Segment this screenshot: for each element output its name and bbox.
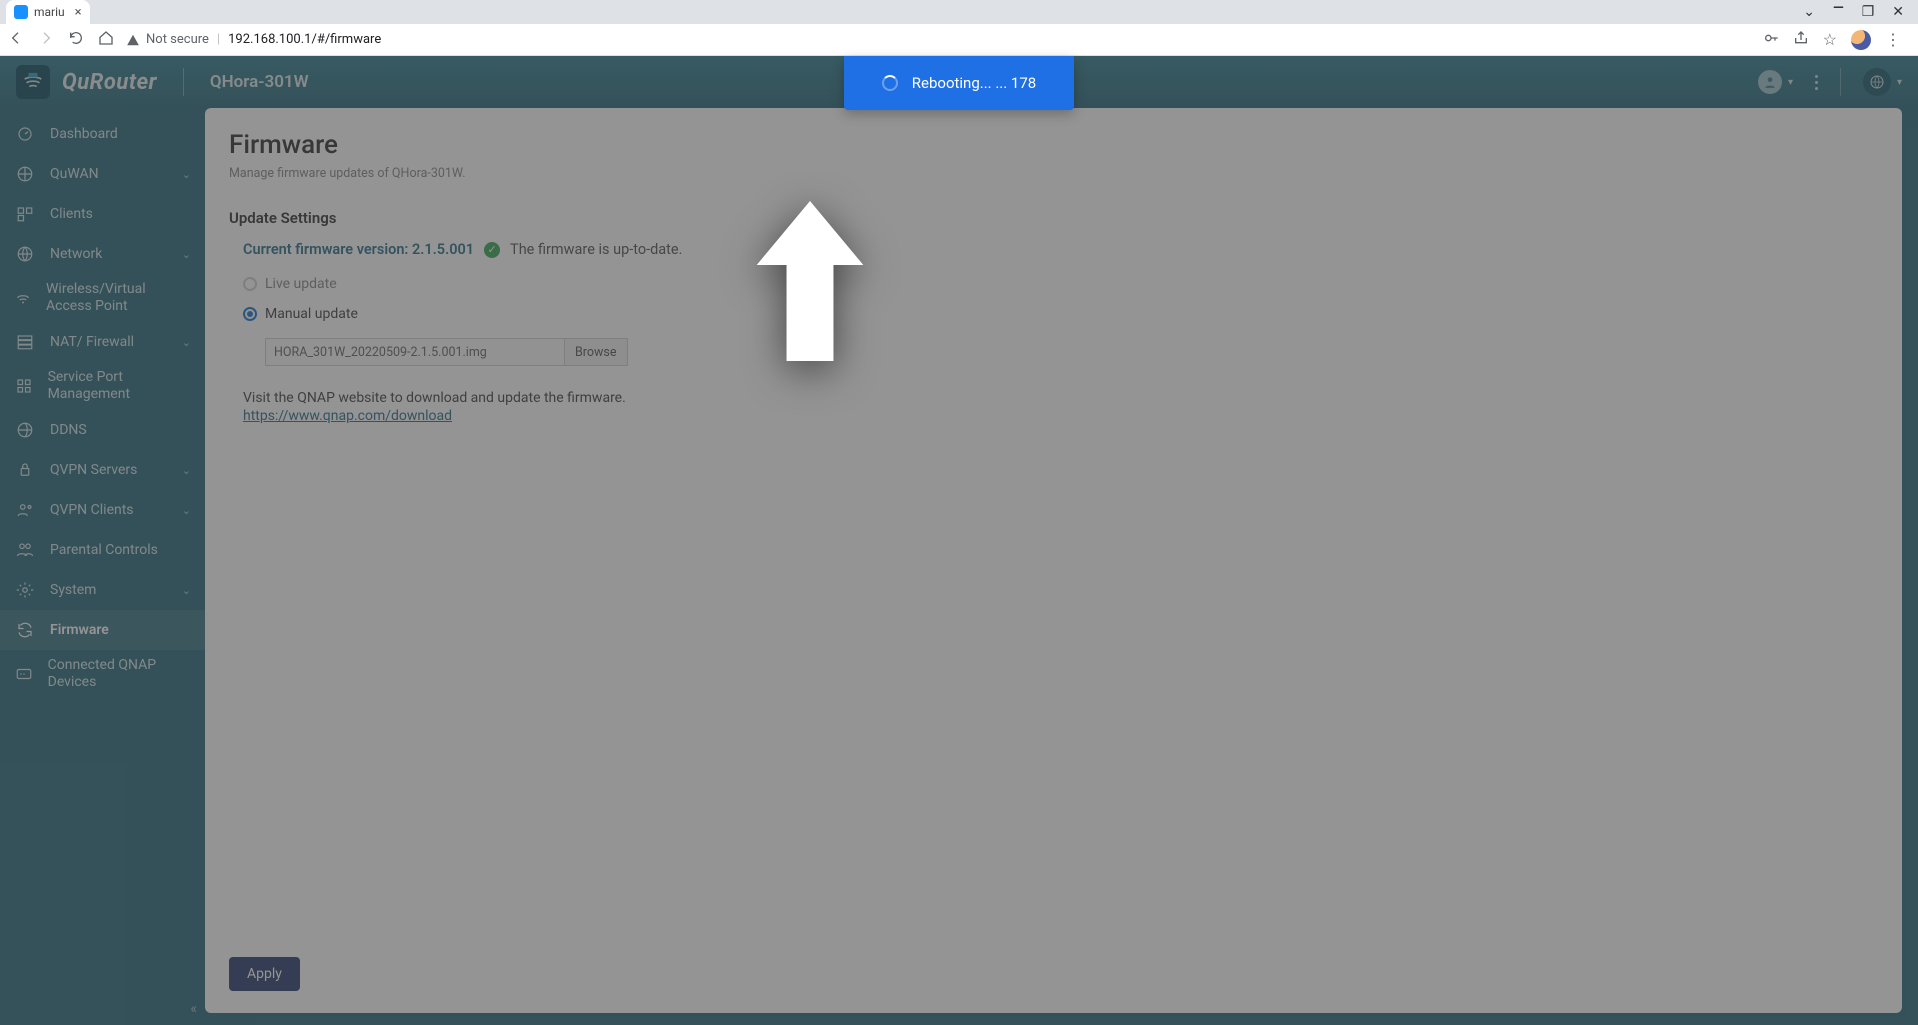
security-label: Not secure xyxy=(146,32,209,47)
share-icon[interactable] xyxy=(1793,30,1809,50)
window-minimize-icon[interactable]: — xyxy=(1833,0,1844,16)
browser-title-bar: mariu × ⌄ — ❐ ✕ xyxy=(0,0,1918,24)
spinner-icon xyxy=(882,75,898,91)
browser-address-bar: Not secure | 192.168.100.1/#/firmware ☆ … xyxy=(0,24,1918,56)
profile-avatar[interactable] xyxy=(1851,30,1871,50)
window-maximize-icon[interactable]: ❐ xyxy=(1862,4,1875,20)
chevron-down-icon[interactable]: ⌄ xyxy=(1803,4,1815,20)
browser-tab[interactable]: mariu × xyxy=(6,0,90,24)
modal-overlay xyxy=(0,56,1918,1025)
security-indicator[interactable]: Not secure xyxy=(126,32,209,47)
bookmark-star-icon[interactable]: ☆ xyxy=(1823,30,1837,49)
window-close-icon[interactable]: ✕ xyxy=(1892,4,1904,20)
tab-favicon xyxy=(14,5,28,19)
window-controls: ⌄ — ❐ ✕ xyxy=(1789,0,1918,24)
browser-menu-icon[interactable]: ⋮ xyxy=(1885,30,1902,49)
nav-forward-icon xyxy=(38,30,54,50)
reboot-toast: Rebooting... ... 178 xyxy=(844,56,1074,110)
url-text[interactable]: 192.168.100.1/#/firmware xyxy=(228,32,381,47)
tab-close-icon[interactable]: × xyxy=(75,5,82,20)
app-root: QuRouter QHora-301W ▾ ▾ DashboardQu xyxy=(0,56,1918,1025)
nav-reload-icon[interactable] xyxy=(68,30,84,50)
tab-title: mariu xyxy=(34,5,65,19)
toast-text: Rebooting... ... 178 xyxy=(912,74,1036,92)
password-key-icon[interactable] xyxy=(1763,30,1779,50)
nav-back-icon[interactable] xyxy=(8,30,24,50)
nav-home-icon[interactable] xyxy=(98,30,114,50)
